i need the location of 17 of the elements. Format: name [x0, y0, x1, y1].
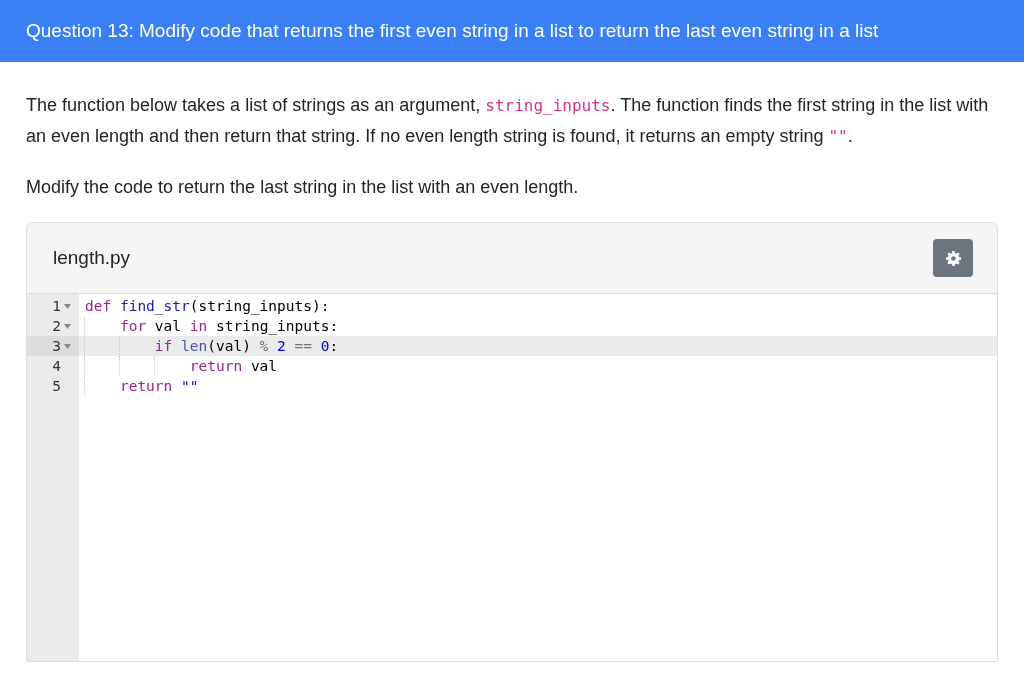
instruction-paragraph: The function below takes a list of strings as an argument, string_inputs. The function finds the first string in the list with an even length and then return that string. If no even length string is found, it returns an empty string "".	[26, 94, 990, 148]
fold-caret-icon[interactable]	[63, 324, 71, 329]
settings-icon	[945, 250, 961, 266]
line-number: 1	[52, 297, 61, 316]
line-number: 2	[52, 317, 61, 336]
fold-caret-icon[interactable]	[63, 344, 71, 349]
line-number: 5	[52, 377, 61, 396]
instruction-paragraph: Modify the code to return the last string in the list with an even length.	[26, 176, 580, 199]
file-name: length.py	[53, 245, 131, 270]
line-number: 4	[52, 357, 61, 376]
code-line: return val	[79, 356, 997, 376]
fold-caret-icon[interactable]	[63, 304, 71, 309]
code-line: return ""	[79, 376, 997, 396]
code-line: def find_str(string_inputs):	[84, 297, 331, 316]
line-number: 3	[52, 337, 61, 356]
question-title: Question 13: Modify code that returns the first even string in a list to return the last even string in a list	[26, 18, 879, 43]
settings-button[interactable]	[933, 239, 973, 277]
